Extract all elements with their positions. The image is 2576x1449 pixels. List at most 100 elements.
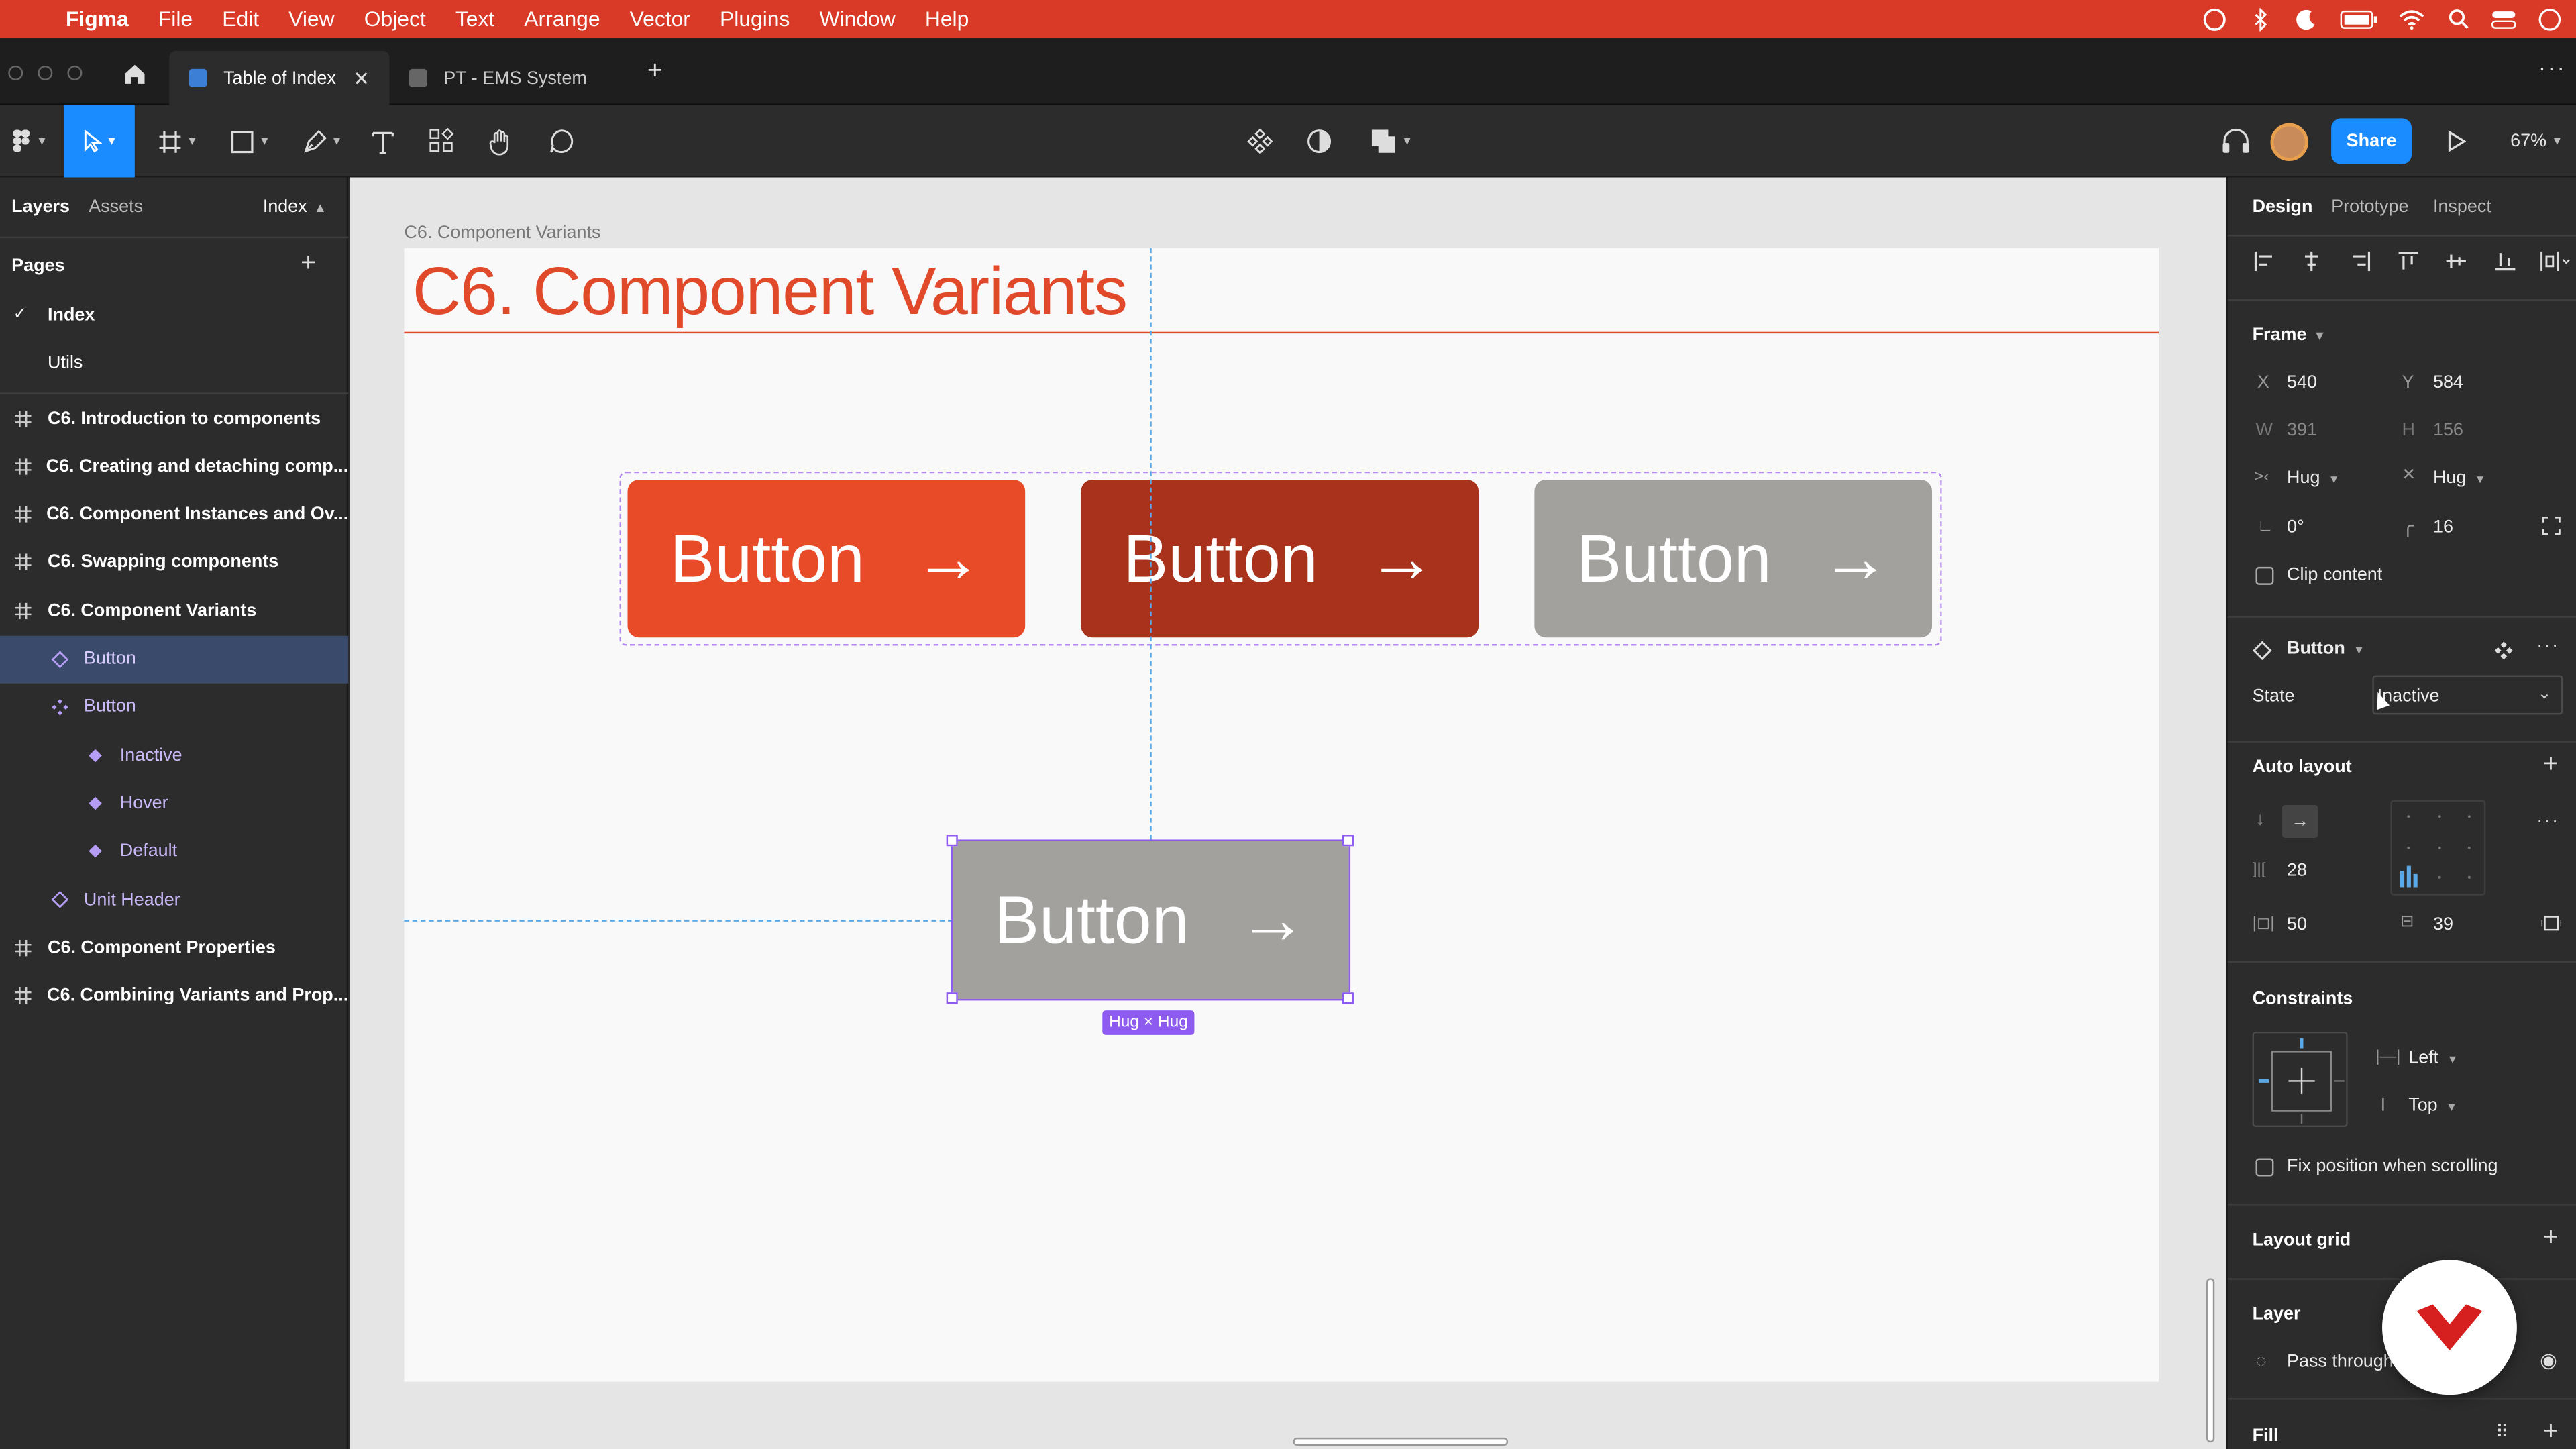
selected-button-instance[interactable]: Button → [951, 839, 1351, 1001]
menu-arrange[interactable]: Arrange [509, 7, 614, 32]
x-input[interactable]: 540 [2287, 373, 2317, 392]
battery-icon[interactable] [2339, 7, 2379, 30]
horizontal-constraint-select[interactable]: Left ▼ [2408, 1048, 2458, 1067]
menu-vector[interactable]: Vector [615, 7, 705, 32]
tab-assets[interactable]: Assets [89, 197, 143, 217]
frame-component-variants[interactable]: C6. Component Variants Button → Button →… [404, 248, 2159, 1382]
more-options-icon[interactable]: ··· [2538, 54, 2567, 80]
pen-tool-button[interactable]: ▼ [289, 105, 355, 178]
h-input[interactable]: 156 [2433, 421, 2463, 440]
variant-hover[interactable]: Button → [1081, 480, 1479, 638]
layer-item[interactable]: C6. Component Instances and Ov... [0, 490, 348, 538]
tab-design[interactable]: Design [2253, 197, 2313, 217]
mask-icon[interactable] [1301, 105, 1338, 178]
menu-object[interactable]: Object [350, 7, 441, 32]
clip-content-checkbox[interactable] [2255, 566, 2274, 585]
bluetooth-icon[interactable] [2247, 7, 2273, 31]
layer-item[interactable]: Unit Header [0, 875, 348, 923]
text-tool-button[interactable] [362, 105, 405, 178]
layer-item[interactable]: Button [0, 683, 348, 731]
layer-item[interactable]: C6. Component Properties [0, 924, 348, 971]
align-right-icon[interactable] [2348, 248, 2374, 274]
comment-tool-button[interactable] [541, 105, 584, 178]
tab-pt-ems-system[interactable]: PT - EMS System [389, 51, 635, 105]
home-icon[interactable] [121, 62, 151, 85]
avatar[interactable] [2270, 123, 2308, 162]
spotlight-search-icon[interactable] [2445, 7, 2471, 30]
frame-tool-button[interactable]: ▼ [145, 105, 211, 178]
close-tab-icon[interactable]: ✕ [353, 66, 370, 89]
add-page-icon[interactable]: + [301, 250, 316, 279]
resize-handle-top-left[interactable] [946, 835, 958, 847]
menu-text[interactable]: Text [441, 7, 509, 32]
window-close-button[interactable] [8, 65, 23, 81]
share-button[interactable]: Share [2331, 118, 2412, 164]
menu-help[interactable]: Help [910, 7, 984, 32]
hand-tool-button[interactable] [480, 105, 523, 178]
zoom-menu[interactable]: 67% ▼ [2504, 105, 2569, 178]
menu-window[interactable]: Window [804, 7, 910, 32]
w-input[interactable]: 391 [2287, 421, 2317, 440]
layer-item[interactable]: Hover [0, 780, 348, 827]
vertical-padding-input[interactable]: 39 [2433, 915, 2453, 934]
layer-item[interactable]: C6. Introduction to components [0, 394, 348, 442]
menu-view[interactable]: View [274, 7, 350, 32]
creative-cloud-icon[interactable] [2202, 7, 2228, 30]
create-component-icon[interactable] [1242, 105, 1278, 178]
canvas[interactable]: C6. Component Variants C6. Component Var… [350, 177, 2226, 1449]
align-vertical-center-icon[interactable] [2443, 248, 2469, 274]
individual-padding-icon[interactable] [2540, 912, 2563, 934]
alignment-grid[interactable] [2390, 800, 2486, 896]
present-icon[interactable] [2438, 105, 2474, 178]
y-input[interactable]: 584 [2433, 373, 2463, 392]
vertical-resizing-select[interactable]: Hug ▼ [2433, 468, 2486, 488]
blend-mode-select[interactable]: Pass through [2287, 1352, 2394, 1372]
align-horizontal-center-icon[interactable] [2298, 248, 2324, 274]
corner-radius-input[interactable]: 16 [2433, 517, 2453, 537]
page-item-utils[interactable]: Utils [0, 338, 348, 386]
layer-item[interactable]: Button [0, 635, 349, 683]
fix-position-checkbox[interactable] [2255, 1158, 2274, 1177]
layer-item[interactable]: C6. Component Variants [0, 587, 348, 635]
add-fill-icon[interactable]: + [2543, 1417, 2559, 1447]
menu-file[interactable]: File [144, 7, 207, 32]
app-menu[interactable]: Figma [56, 7, 144, 32]
vertical-constraint-select[interactable]: Top ▼ [2408, 1095, 2457, 1115]
boolean-operations-icon[interactable]: ▼ [1364, 105, 1419, 178]
layer-item[interactable]: C6. Creating and detaching comp... [0, 443, 348, 490]
tab-prototype[interactable]: Prototype [2331, 197, 2408, 217]
layer-item[interactable]: Default [0, 828, 348, 875]
new-tab-icon[interactable]: + [647, 58, 663, 87]
resize-handle-top-right[interactable] [1342, 835, 1354, 847]
move-tool-button[interactable]: ▼ [64, 105, 135, 178]
frame-section-title[interactable]: Frame ▼ [2253, 325, 2326, 345]
siri-icon[interactable] [2536, 7, 2563, 30]
align-top-icon[interactable] [2396, 248, 2422, 274]
layer-item[interactable]: Inactive [0, 731, 348, 779]
horizontal-resizing-select[interactable]: Hug ▼ [2287, 468, 2340, 488]
align-left-icon[interactable] [2251, 248, 2277, 274]
variant-inactive[interactable]: Button → [1534, 480, 1933, 638]
add-auto-layout-icon[interactable]: + [2543, 751, 2559, 780]
resize-handle-bottom-left[interactable] [946, 992, 958, 1004]
go-to-main-component-icon[interactable] [2492, 639, 2515, 662]
styles-icon[interactable]: ⠿ [2496, 1421, 2509, 1442]
window-minimize-button[interactable] [38, 65, 53, 81]
distribute-icon[interactable] [2538, 248, 2575, 274]
resources-tool-button[interactable] [421, 105, 464, 178]
eye-icon[interactable]: ◉ [2540, 1349, 2557, 1372]
page-item-index[interactable]: ✓ Index [0, 290, 348, 338]
shape-tool-button[interactable]: ▼ [217, 105, 282, 178]
tab-inspect[interactable]: Inspect [2433, 197, 2491, 217]
audio-icon[interactable] [2218, 105, 2254, 178]
variant-default[interactable]: Button → [627, 480, 1026, 638]
frame-label[interactable]: C6. Component Variants [404, 223, 600, 243]
main-menu-button[interactable]: ▼ [0, 105, 59, 178]
state-select[interactable]: Inactive ⌄ [2372, 675, 2563, 715]
component-name[interactable]: Button ▼ [2287, 639, 2365, 659]
tab-table-of-index[interactable]: Table of Index ✕ [169, 50, 390, 105]
moon-icon[interactable] [2294, 7, 2320, 30]
constraints-widget[interactable] [2252, 1031, 2348, 1128]
layer-item[interactable]: C6. Swapping components [0, 539, 348, 586]
resize-handle-bottom-right[interactable] [1342, 992, 1354, 1004]
